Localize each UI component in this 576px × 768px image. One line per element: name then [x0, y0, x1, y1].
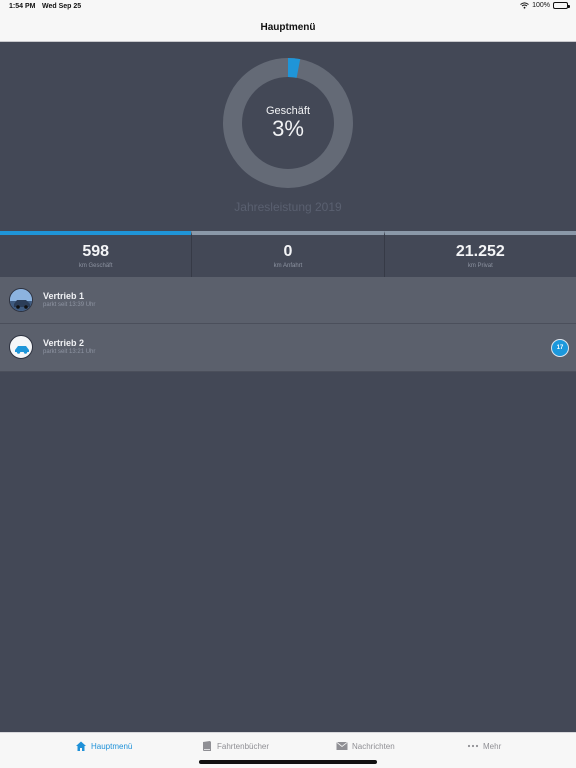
vehicle-row-vertrieb-2[interactable]: Vertrieb 2 parkt seit 13:21 Uhr 17	[0, 324, 576, 372]
vehicle-photo-avatar	[9, 288, 33, 312]
wifi-icon	[520, 2, 529, 9]
stat-private-km: 21.252 km Privat	[383, 231, 576, 277]
vehicle-status: parkt seit 13:21 Uhr	[43, 349, 96, 355]
tab-hauptmenu[interactable]: Hauptmenü	[75, 739, 132, 753]
tab-fahrtenbuecher[interactable]: Fahrtenbücher	[201, 739, 269, 753]
home-icon	[76, 741, 86, 751]
mail-icon	[336, 741, 348, 750]
car-photo-icon	[10, 289, 32, 311]
stat-commute-km: 0 km Anfahrt	[191, 231, 384, 277]
navigation-bar: Hauptmenü	[0, 14, 576, 42]
donut-value: 3%	[272, 116, 304, 141]
vehicle-status: parkt seit 13:39 Uhr	[43, 302, 96, 308]
tab-label: Hauptmenü	[91, 741, 133, 751]
annual-performance-label: Jahresleistung 2019	[234, 200, 342, 214]
vehicle-name: Vertrieb 2	[43, 338, 85, 348]
home-indicator	[199, 760, 377, 764]
status-date: Wed Sep 25	[42, 3, 82, 10]
car-icon	[15, 346, 29, 354]
status-right: 100%	[520, 2, 570, 9]
stat-value: 598	[82, 243, 110, 260]
vehicle-list: Vertrieb 1 parkt seit 13:39 Uhr Vertrieb…	[0, 277, 576, 372]
stat-value: 21.252	[455, 243, 505, 260]
tab-nachrichten[interactable]: Nachrichten	[336, 739, 395, 753]
km-summary: 598 km Geschäft 0 km Anfahrt 21.252 km P…	[0, 231, 576, 277]
battery-icon	[553, 2, 570, 9]
vehicle-row-vertrieb-1[interactable]: Vertrieb 1 parkt seit 13:39 Uhr	[0, 277, 576, 324]
stat-label: km Anfahrt	[273, 263, 303, 269]
book-icon	[203, 741, 211, 751]
battery-percent: 100%	[532, 2, 550, 9]
stat-business-km: 598 km Geschäft	[0, 231, 192, 277]
message-count-badge[interactable]: 17	[551, 339, 569, 357]
business-share-donut: Geschäft 3%	[223, 58, 353, 188]
more-icon	[467, 744, 479, 748]
tab-label: Fahrtenbücher	[217, 741, 270, 751]
vehicle-avatar	[9, 335, 33, 359]
stat-label: km Privat	[467, 263, 493, 269]
stat-value: 0	[283, 243, 293, 260]
tab-label: Mehr	[483, 741, 502, 751]
status-time: 1:54 PM	[9, 3, 36, 10]
status-bar: 1:54 PM Wed Sep 25 100%	[0, 0, 576, 14]
vehicle-name: Vertrieb 1	[43, 291, 85, 301]
tab-label: Nachrichten	[352, 741, 395, 751]
tab-mehr[interactable]: Mehr	[467, 739, 501, 753]
stat-label: km Geschäft	[78, 263, 113, 269]
page-title: Hauptmenü	[260, 22, 316, 33]
